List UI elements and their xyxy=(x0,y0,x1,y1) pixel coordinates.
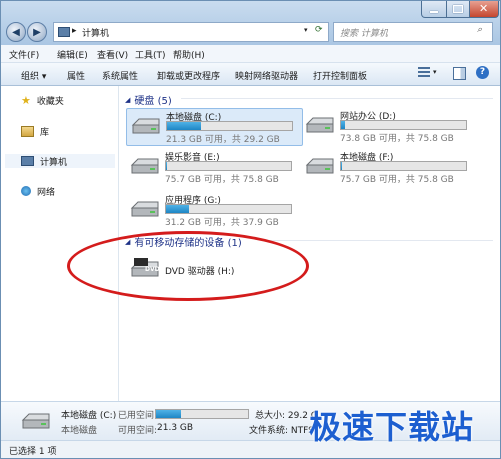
view-dropdown-icon[interactable]: ▾ xyxy=(433,68,437,76)
maximize-button[interactable] xyxy=(446,1,470,18)
drive-usage-bar xyxy=(166,121,293,131)
drive-c[interactable]: 本地磁盘 (C:) 21.3 GB 可用，共 29.2 GB xyxy=(126,108,303,146)
details-drive-type: 本地磁盘 xyxy=(61,426,98,436)
maximize-icon xyxy=(453,5,463,13)
search-icon: ⌕ xyxy=(477,25,483,35)
search-input[interactable]: 搜索 计算机 ⌕ xyxy=(333,22,493,42)
address-bar[interactable]: ▸ 计算机 ▾ ⟳ xyxy=(53,22,329,42)
preview-pane-icon[interactable] xyxy=(453,67,466,80)
close-icon: ✕ xyxy=(479,2,489,15)
menu-tools[interactable]: 工具(T) xyxy=(135,48,166,61)
network-icon xyxy=(21,186,31,196)
minimize-button[interactable] xyxy=(421,1,447,18)
usage-fill xyxy=(166,205,189,213)
sidebar-item-network[interactable]: 网络 xyxy=(5,184,115,198)
group-title: 硬盘 (5) xyxy=(134,96,172,107)
details-free-value: 21.3 GB xyxy=(157,423,194,433)
star-icon: ★ xyxy=(21,93,31,107)
drive-space-text: 75.7 GB 可用，共 75.8 GB xyxy=(340,175,454,185)
menu-view[interactable]: 查看(V) xyxy=(97,48,128,61)
details-file-system: 文件系统: NTFS xyxy=(249,426,314,436)
forward-button[interactable]: ▶ xyxy=(27,22,47,42)
refresh-icon[interactable]: ⟳ xyxy=(315,25,323,35)
drive-e[interactable]: 娱乐影音 (E:) 75.7 GB 可用，共 75.8 GB xyxy=(126,149,301,185)
properties-button[interactable]: 属性 xyxy=(67,69,85,82)
drive-space-text: 73.8 GB 可用，共 75.8 GB xyxy=(340,134,454,144)
title-bar: ✕ ◀ ▶ ▸ 计算机 ▾ ⟳ 搜索 计算机 ⌕ xyxy=(1,1,500,45)
sidebar-label: 计算机 xyxy=(40,157,68,168)
site-watermark: 极速下载站 xyxy=(309,408,475,446)
drive-usage-bar xyxy=(165,161,292,171)
drive-usage-bar xyxy=(340,120,467,130)
hard-drive-icon xyxy=(130,201,159,217)
drive-g[interactable]: 应用程序 (G:) 31.2 GB 可用，共 37.9 GB xyxy=(126,192,301,228)
details-used-label: 已用空间: xyxy=(118,411,158,421)
sidebar-label: 库 xyxy=(40,127,50,138)
sidebar-item-favorites[interactable]: ★ 收藏夹 xyxy=(5,93,115,107)
hard-drive-icon xyxy=(21,413,50,429)
drive-space-text: 21.3 GB 可用，共 29.2 GB xyxy=(166,135,280,145)
address-dropdown-icon[interactable]: ▾ xyxy=(304,26,308,34)
help-icon[interactable]: ? xyxy=(476,66,489,79)
drive-space-text: 75.7 GB 可用，共 75.8 GB xyxy=(165,175,279,185)
drive-space-text: 31.2 GB 可用，共 37.9 GB xyxy=(165,218,279,228)
usage-fill xyxy=(167,122,201,130)
computer-icon xyxy=(58,27,70,37)
sidebar-label: 网络 xyxy=(37,187,56,198)
minimize-icon xyxy=(430,11,438,13)
view-options-icon[interactable] xyxy=(418,67,430,79)
usage-fill xyxy=(166,162,168,170)
drive-d[interactable]: 网站办公 (D:) 73.8 GB 可用，共 75.8 GB xyxy=(301,108,476,144)
group-header-hard-disks[interactable]: ◢ 硬盘 (5) xyxy=(125,92,172,108)
details-usage-bar xyxy=(155,409,249,419)
computer-icon xyxy=(21,156,34,166)
back-button[interactable]: ◀ xyxy=(6,22,26,42)
sidebar-item-computer[interactable]: 计算机 xyxy=(5,154,115,168)
arrow-right-icon: ▶ xyxy=(33,26,41,38)
library-icon xyxy=(21,125,34,137)
highlight-annotation xyxy=(67,231,309,301)
hard-drive-icon xyxy=(305,117,334,133)
uninstall-program-button[interactable]: 卸载或更改程序 xyxy=(157,69,220,82)
details-free-label: 可用空间: xyxy=(118,426,158,436)
selection-count: 已选择 1 项 xyxy=(9,447,57,457)
map-network-drive-button[interactable]: 映射网络驱动器 xyxy=(235,69,298,82)
close-button[interactable]: ✕ xyxy=(469,1,499,18)
sidebar-item-libraries[interactable]: 库 xyxy=(5,124,115,138)
command-bar: 组织 ▾ 属性 系统属性 卸载或更改程序 映射网络驱动器 打开控制面板 ▾ ? xyxy=(1,63,500,86)
usage-fill xyxy=(341,162,343,170)
search-placeholder: 搜索 计算机 xyxy=(340,29,388,39)
group-divider xyxy=(181,98,493,99)
arrow-left-icon: ◀ xyxy=(12,26,20,38)
hard-drive-icon xyxy=(305,158,334,174)
breadcrumb-separator: ▸ xyxy=(72,26,77,36)
drive-usage-bar xyxy=(340,161,467,171)
organize-button[interactable]: 组织 ▾ xyxy=(21,69,46,82)
address-text: 计算机 xyxy=(82,29,110,39)
menu-bar: 文件(F) 编辑(E) 查看(V) 工具(T) 帮助(H) xyxy=(1,45,500,63)
details-drive-name: 本地磁盘 (C:) xyxy=(61,411,117,421)
hard-drive-icon xyxy=(131,118,160,134)
sidebar-label: 收藏夹 xyxy=(36,96,64,107)
usage-fill xyxy=(156,410,181,418)
drive-f[interactable]: 本地磁盘 (F:) 75.7 GB 可用，共 75.8 GB xyxy=(301,149,476,185)
usage-fill xyxy=(341,121,345,129)
menu-help[interactable]: 帮助(H) xyxy=(173,48,205,61)
group-divider xyxy=(269,240,493,241)
drive-usage-bar xyxy=(165,204,292,214)
collapse-icon: ◢ xyxy=(125,95,131,104)
open-control-panel-button[interactable]: 打开控制面板 xyxy=(313,69,367,82)
menu-edit[interactable]: 编辑(E) xyxy=(57,48,88,61)
hard-drive-icon xyxy=(130,158,159,174)
menu-file[interactable]: 文件(F) xyxy=(9,48,39,61)
system-properties-button[interactable]: 系统属性 xyxy=(102,69,138,82)
explorer-window: ✕ ◀ ▶ ▸ 计算机 ▾ ⟳ 搜索 计算机 ⌕ 文件(F) 编辑(E) 查看(… xyxy=(0,0,501,459)
